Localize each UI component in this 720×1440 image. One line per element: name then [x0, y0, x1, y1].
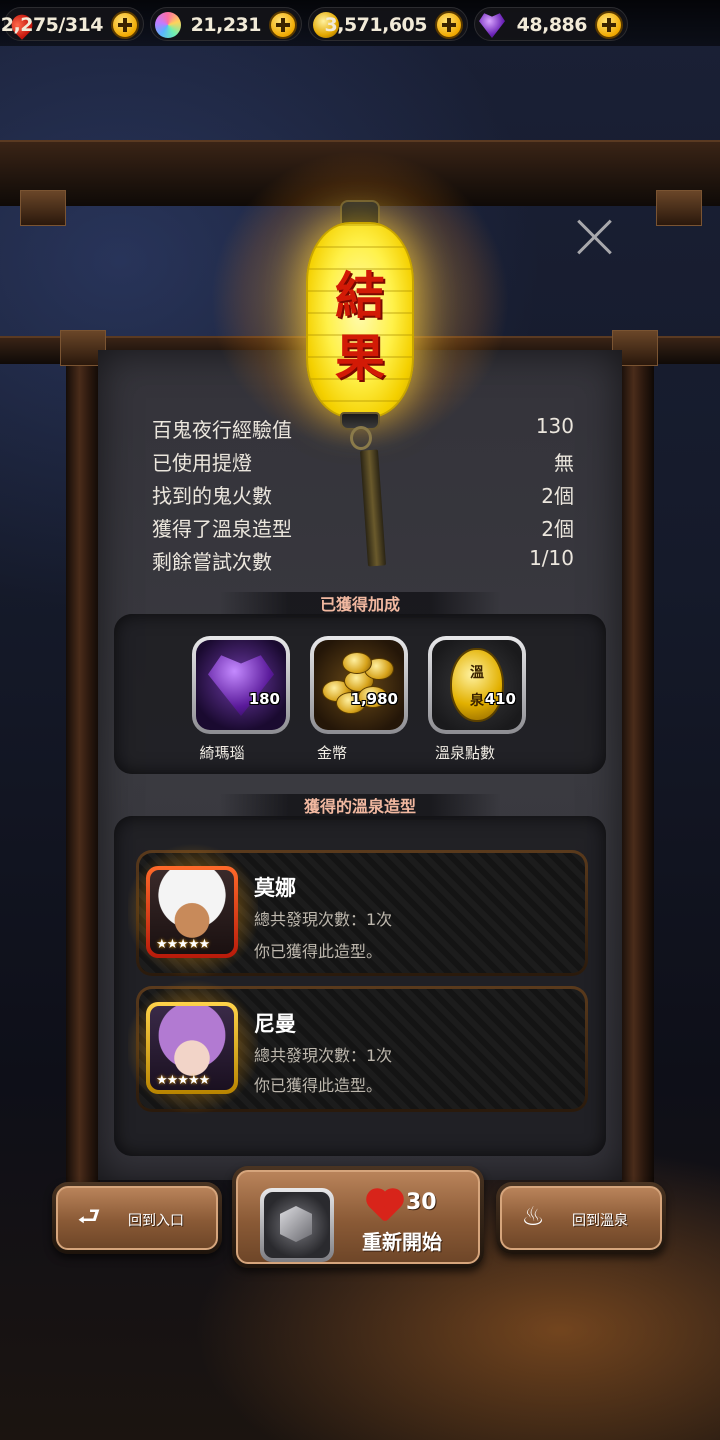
stat-label: 獲得了溫泉造型 — [152, 517, 292, 541]
result-stats: 百鬼夜行經驗值 130 已使用提燈 無 找到的鬼火數 2個 獲得了溫泉造型 2個… — [152, 414, 574, 579]
back-to-entrance-button[interactable]: ⮐ 回到入口 — [52, 1182, 222, 1254]
purple-gem-icon — [479, 13, 505, 38]
restart-cost: 30 — [406, 1190, 437, 1215]
stat-row: 剩餘嘗試次數 1/10 — [152, 546, 574, 579]
purple-gem-counter: 48,886 — [474, 7, 628, 41]
rarity-stars: ★★★★★ — [156, 937, 210, 952]
stat-value: 2個 — [541, 517, 574, 541]
bonus-amount: 410 — [484, 690, 516, 708]
back-to-hot-spring-label: 回到溫泉 — [572, 1213, 628, 1229]
restart-button[interactable]: 30 重新開始 — [232, 1166, 484, 1268]
stat-row: 已使用提燈 無 — [152, 447, 574, 480]
character-portrait-niman: ★★★★★ — [146, 1002, 238, 1094]
stat-row: 百鬼夜行經驗值 130 — [152, 414, 574, 447]
gold-coins-icon: 1,980 — [314, 640, 404, 730]
gate-post-left — [66, 340, 100, 1220]
gate-post-right — [620, 340, 654, 1220]
hot-spring-icon: ♨ — [521, 1202, 545, 1232]
bonus-label: 溫泉點數 — [434, 744, 495, 762]
resource-bar: 2,275/314 21,231 3,571,605 48,886 — [0, 0, 720, 46]
gate-beam-cap-right — [656, 190, 702, 226]
back-to-hot-spring-button[interactable]: ♨ 回到溫泉 — [496, 1182, 666, 1254]
restart-label: 重新開始 — [362, 1230, 442, 1254]
gold-value: 3,571,605 — [324, 14, 428, 36]
stat-value: 無 — [554, 451, 574, 475]
add-stamina-button[interactable] — [111, 11, 139, 39]
character-name: 莫娜 — [254, 876, 296, 900]
stat-row: 獲得了溫泉造型 2個 — [152, 513, 574, 546]
bonus-item-hot-spring-points[interactable]: 溫 泉 410 — [428, 636, 526, 734]
stat-value: 1/10 — [529, 546, 574, 570]
stat-label: 找到的鬼火數 — [152, 484, 272, 508]
discovery-count: 總共發現次數：1次 — [254, 910, 393, 929]
bonus-item-purple-agate[interactable]: 180 — [192, 636, 290, 734]
back-to-entrance-label: 回到入口 — [128, 1213, 184, 1229]
acquired-status: 你已獲得此造型。 — [254, 1076, 383, 1095]
stat-label: 已使用提燈 — [152, 451, 252, 475]
stamina-counter: 2,275/314 — [0, 7, 144, 41]
lantern-title-char-2: 果 — [335, 328, 385, 387]
rainbow-gem-icon — [155, 12, 181, 38]
discovery-count: 總共發現次數：1次 — [254, 1046, 393, 1065]
hot-spring-token-icon: 溫 泉 — [450, 648, 504, 722]
rarity-stars: ★★★★★ — [156, 1073, 210, 1088]
stat-label: 剩餘嘗試次數 — [152, 550, 272, 574]
heart-icon — [369, 1191, 401, 1223]
gold-counter: 3,571,605 — [308, 7, 468, 41]
gate-beam-cap-left — [20, 190, 66, 226]
stamina-max: /314 — [58, 14, 103, 36]
bonus-amount: 1,980 — [350, 690, 398, 708]
character-portrait-mona: ★★★★★ — [146, 866, 238, 958]
stat-row: 找到的鬼火數 2個 — [152, 480, 574, 513]
stat-value: 2個 — [541, 484, 574, 508]
stat-value: 130 — [535, 414, 574, 438]
restart-emblem-icon — [260, 1188, 334, 1262]
add-rainbow-gem-button[interactable] — [269, 11, 297, 39]
stat-label: 百鬼夜行經驗值 — [152, 418, 292, 442]
add-purple-gem-button[interactable] — [595, 11, 623, 39]
character-name: 尼曼 — [254, 1012, 296, 1036]
stamina-value: 2,275 — [0, 14, 59, 36]
return-arrow-icon: ⮐ — [77, 1202, 101, 1232]
bonus-label: 綺瑪瑙 — [199, 744, 245, 762]
bonus-label: 金幣 — [316, 744, 347, 762]
bonus-amount: 180 — [248, 690, 280, 708]
add-gold-button[interactable] — [435, 11, 463, 39]
rainbow-gem-counter: 21,231 — [150, 7, 302, 41]
acquired-status: 你已獲得此造型。 — [254, 942, 383, 961]
rainbow-gem-value: 21,231 — [190, 14, 262, 36]
purple-gem-value: 48,886 — [516, 14, 588, 36]
close-icon[interactable] — [576, 218, 614, 256]
bonus-item-gold-coins[interactable]: 1,980 — [310, 636, 408, 734]
